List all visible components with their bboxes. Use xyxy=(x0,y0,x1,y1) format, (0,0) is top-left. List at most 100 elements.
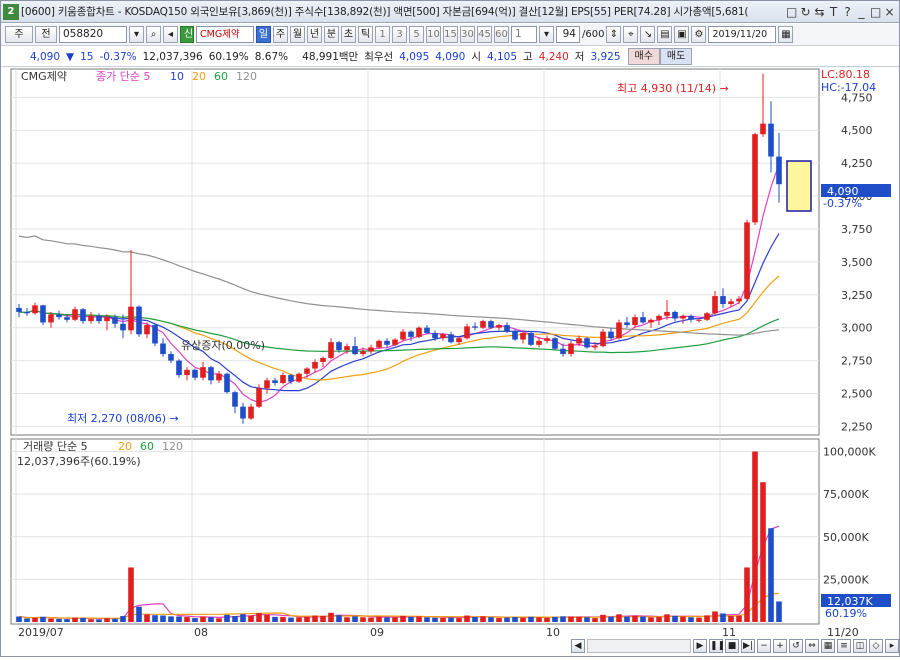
help-icon[interactable]: ? xyxy=(842,5,853,19)
volume-bar xyxy=(416,616,422,622)
volume-bar xyxy=(184,617,190,622)
period-week[interactable]: 주 xyxy=(273,26,288,43)
volume-bar xyxy=(592,618,598,622)
stop-button[interactable]: ■ xyxy=(725,639,739,653)
grid-toggle-button[interactable]: ▦ xyxy=(821,639,835,653)
volume-tick-label: 100,000K xyxy=(823,446,876,459)
scroll-left-button[interactable]: ◀ xyxy=(571,639,585,653)
buy-button[interactable]: 매수 xyxy=(627,48,660,65)
candle-body xyxy=(632,317,638,326)
settings-icon[interactable]: ⚙ xyxy=(691,26,707,43)
minute-60[interactable]: 60 xyxy=(494,26,509,43)
minute-30[interactable]: 30 xyxy=(460,26,475,43)
calendar-icon[interactable]: ▦ xyxy=(778,26,794,43)
price-legend-ma60: 60 xyxy=(214,70,228,83)
volume-bar xyxy=(544,617,550,622)
volume-tick-label: 50,000K xyxy=(823,531,869,544)
code-dropdown-icon[interactable]: ▾ xyxy=(129,26,144,43)
period-minute[interactable]: 분 xyxy=(324,26,339,43)
minute-10[interactable]: 10 xyxy=(426,26,441,43)
pause-button[interactable]: ❚❚ xyxy=(709,639,725,653)
chart-toolbar: 주 전 058820 ▾ ⌕ ◂ 신 CMG제약 일 주 월 년 분 초 틱 1… xyxy=(1,24,899,46)
scroll-right-button[interactable]: ▶ xyxy=(693,639,707,653)
end-button[interactable]: ▶| xyxy=(741,639,755,653)
price-tick-label: 2,750 xyxy=(841,355,873,368)
split-button[interactable]: ◫ xyxy=(853,639,867,653)
volume-bar xyxy=(384,617,390,622)
count-input[interactable]: 94 xyxy=(556,26,580,43)
candle-body xyxy=(432,332,438,339)
volume-bar xyxy=(536,617,542,622)
minute-15[interactable]: 15 xyxy=(443,26,458,43)
save-icon[interactable]: ▣ xyxy=(674,26,690,43)
change-arrow-icon: ▼ xyxy=(66,50,75,63)
candle-body xyxy=(312,361,318,369)
candle-body xyxy=(224,373,230,393)
scrollbar-track[interactable] xyxy=(587,639,691,653)
minute-3[interactable]: 3 xyxy=(392,26,407,43)
volume-bar xyxy=(24,618,30,622)
chart-svg[interactable]: 4,7504,5004,2504,0003,7503,5003,2503,000… xyxy=(1,67,899,657)
low-price: 3,925 xyxy=(590,50,621,63)
current-price: 4,090 xyxy=(29,50,60,63)
refresh-icon[interactable]: ↻ xyxy=(800,5,811,19)
volume-bar xyxy=(48,618,54,622)
candle-body xyxy=(552,338,558,349)
volume-bar xyxy=(72,617,78,622)
price-tick-label: 3,500 xyxy=(841,256,873,269)
crosshair-icon[interactable]: ⌖ xyxy=(623,26,639,43)
maximize-button[interactable]: □ xyxy=(870,5,881,19)
lock-icon[interactable]: ▤ xyxy=(657,26,673,43)
volume-bar xyxy=(64,619,70,622)
candle-body xyxy=(320,357,326,362)
candle-body xyxy=(208,367,214,381)
zoom-out-button[interactable]: − xyxy=(757,639,771,653)
chart-area[interactable]: 4,7504,5004,2504,0003,7503,5003,2503,000… xyxy=(1,67,899,657)
volume-bar xyxy=(264,614,270,622)
candle-body xyxy=(456,338,462,343)
unit-dropdown-icon[interactable]: ▾ xyxy=(539,26,554,43)
period-tick[interactable]: 틱 xyxy=(358,26,373,43)
volume-bar xyxy=(168,616,174,622)
list-button[interactable]: ≡ xyxy=(837,639,851,653)
minute-1[interactable]: 1 xyxy=(375,26,390,43)
minute-5[interactable]: 5 xyxy=(409,26,424,43)
candle-body xyxy=(288,375,294,382)
candle-body xyxy=(640,317,646,323)
candle-body xyxy=(120,323,126,331)
volume-bar xyxy=(680,616,686,622)
chart-type-select[interactable]: 주 xyxy=(5,26,33,43)
sell-button[interactable]: 매도 xyxy=(659,48,693,65)
font-icon[interactable]: T xyxy=(828,5,839,19)
date-input[interactable]: 2019/11/20 xyxy=(708,26,777,43)
volume-bar xyxy=(16,616,22,622)
volume-bar xyxy=(600,614,606,622)
speaker-icon[interactable]: ◂ xyxy=(163,26,178,43)
spin-icon[interactable]: ⇕ xyxy=(606,26,622,43)
fit-button[interactable]: ⇔ xyxy=(805,639,819,653)
options-button[interactable]: ◇ xyxy=(869,639,883,653)
zoom-in-button[interactable]: + xyxy=(773,639,787,653)
link-icon[interactable]: ⇆ xyxy=(814,5,825,19)
period-month[interactable]: 월 xyxy=(290,26,305,43)
search-icon[interactable]: ⌕ xyxy=(146,26,161,43)
prefix-select[interactable]: 전 xyxy=(35,26,57,43)
more-button[interactable]: ▸ xyxy=(885,639,899,653)
candle-body xyxy=(72,309,78,320)
minimize-button[interactable]: _ xyxy=(856,5,867,19)
period-year[interactable]: 년 xyxy=(307,26,322,43)
period-day[interactable]: 일 xyxy=(256,26,271,43)
draw-tool-icon[interactable]: ↘ xyxy=(640,26,656,43)
volume-bar xyxy=(360,617,366,622)
volume-bar xyxy=(88,619,94,622)
minute-45[interactable]: 45 xyxy=(477,26,492,43)
reset-button[interactable]: ↺ xyxy=(789,639,803,653)
period-second[interactable]: 초 xyxy=(341,26,356,43)
volume-bar xyxy=(144,614,150,622)
price-axis: 4,7504,5004,2504,0003,7503,5003,2503,000… xyxy=(841,91,873,433)
stock-code-input[interactable]: 058820 xyxy=(59,26,127,43)
close-button[interactable]: × xyxy=(884,5,895,19)
volume-bar xyxy=(392,617,398,622)
unit-input[interactable]: 1 xyxy=(511,26,537,43)
layout-icon[interactable]: □ xyxy=(786,5,797,19)
